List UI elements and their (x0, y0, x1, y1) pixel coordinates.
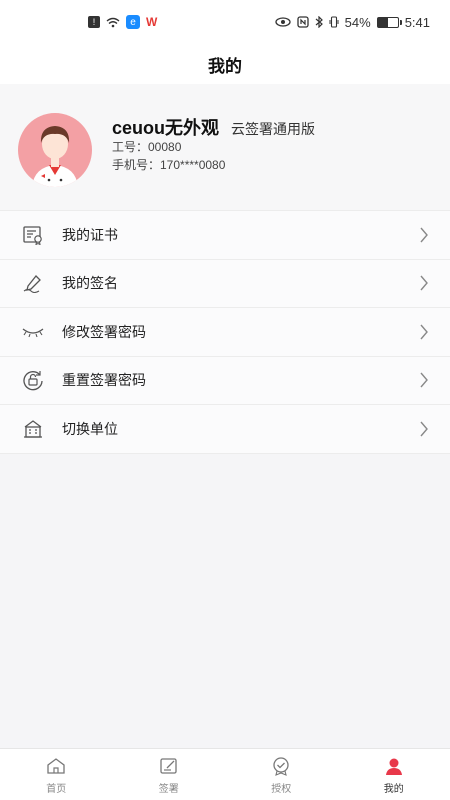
tab-label: 我的 (383, 783, 404, 795)
clock-time: 5:41 (404, 14, 430, 30)
tab-label: 授权 (271, 783, 292, 795)
reset-lock-icon (20, 367, 46, 393)
wifi-icon (106, 17, 120, 28)
tab-home[interactable]: 首页 (0, 749, 113, 800)
sign-icon (158, 755, 180, 777)
tab-label: 首页 (46, 783, 67, 795)
chevron-right-icon (418, 420, 430, 438)
menu-label: 切换单位 (62, 420, 118, 437)
nfc-icon (297, 16, 309, 28)
menu-label: 我的签名 (62, 275, 118, 292)
authorize-icon (270, 755, 292, 777)
certificate-icon (20, 222, 46, 248)
menu-item-change-sign-password[interactable]: 修改签署密码 (0, 308, 450, 357)
profile-header[interactable]: ceuou无外观 云签署通用版 工号：00080 手机号：170****0080 (0, 84, 450, 210)
menu-label: 修改签署密码 (62, 323, 146, 340)
chevron-right-icon (418, 323, 430, 341)
tab-profile[interactable]: 我的 (338, 749, 450, 800)
menu-label: 重置签署密码 (62, 372, 146, 389)
menu-label: 我的证书 (62, 226, 118, 243)
profile-icon (383, 755, 405, 777)
page-title: 我的 (208, 56, 242, 76)
battery-percent: 54% (344, 14, 371, 30)
user-name: ceuou无外观 (112, 118, 220, 138)
home-icon (45, 755, 67, 777)
notification-icon: ! (88, 16, 100, 28)
menu-item-my-signature[interactable]: 我的签名 (0, 260, 450, 308)
vibrate-icon (329, 16, 339, 28)
status-right: 54% 5:41 (275, 15, 430, 30)
avatar[interactable] (18, 113, 92, 187)
employee-id: 工号：00080 (112, 140, 182, 154)
bluetooth-icon (315, 16, 323, 28)
chevron-right-icon (418, 274, 430, 292)
user-name-row: ceuou无外观 云签署通用版 (112, 114, 315, 140)
pen-icon (20, 270, 46, 296)
eye-closed-icon (20, 319, 46, 345)
settings-menu: 我的证书 我的签名 修改签署密码 重置签署密码 切换单位 (0, 210, 450, 454)
menu-item-reset-sign-password[interactable]: 重置签署密码 (0, 357, 450, 405)
phone-number: 手机号：170****0080 (112, 158, 226, 172)
edition-label: 云签署通用版 (231, 121, 316, 137)
tab-label: 签署 (158, 783, 179, 795)
battery-icon (376, 16, 402, 28)
nav-bar: 我的 (0, 44, 450, 84)
building-icon (20, 416, 46, 442)
status-bar: ! e W 54% 5:41 (0, 0, 450, 44)
status-left: ! e W (88, 15, 157, 29)
tab-sign[interactable]: 签署 (113, 749, 226, 800)
chevron-right-icon (418, 226, 430, 244)
browser-app-icon: e (126, 15, 140, 29)
menu-item-my-certificate[interactable]: 我的证书 (0, 211, 450, 260)
bottom-tab-bar: 首页 签署 授权 我的 (0, 748, 450, 800)
app-badge-icon: W (146, 15, 158, 29)
chevron-right-icon (418, 371, 430, 389)
tab-authorize[interactable]: 授权 (225, 749, 338, 800)
eye-icon (275, 17, 291, 27)
battery-fill (377, 17, 389, 27)
menu-item-switch-unit[interactable]: 切换单位 (0, 405, 450, 454)
